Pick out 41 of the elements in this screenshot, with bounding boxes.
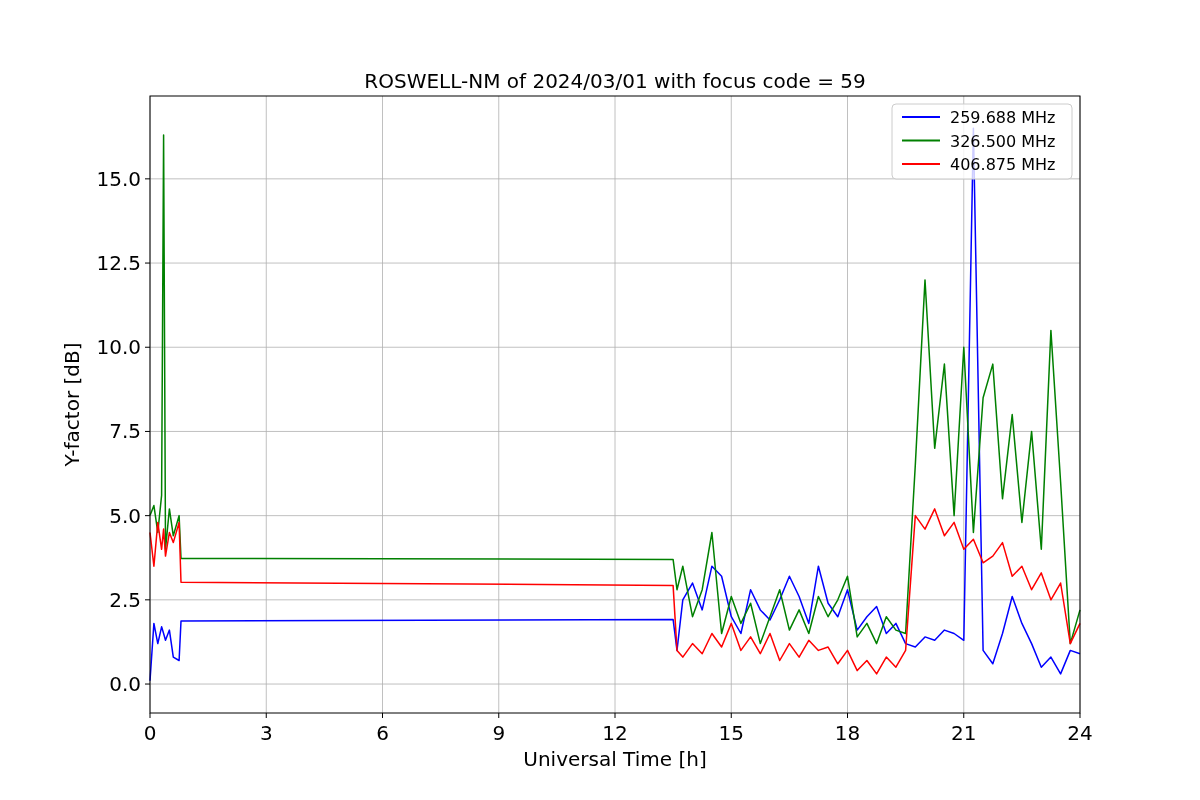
legend-label: 326.500 MHz: [950, 131, 1056, 151]
y-tick-label: 12.5: [96, 251, 141, 276]
x-tick: [498, 712, 500, 719]
y-tick-label: 7.5: [109, 419, 141, 444]
x-tick: [847, 712, 848, 719]
x-tick: [730, 712, 732, 719]
x-tick-label: 21: [951, 721, 977, 745]
chart-title: ROSWELL-NM of 2024/03/01 with focus code = 59: [364, 69, 866, 93]
x-tick-label: 0: [143, 721, 157, 745]
x-tick: [963, 712, 965, 719]
legend-label: 406.875 MHz: [950, 155, 1056, 174]
x-tick-label: 3: [259, 721, 273, 745]
y-axis-label: Y-factor [dB]: [60, 342, 84, 467]
x-axis-label: Universal Time [h]: [523, 747, 707, 771]
y-tick-label: 15.0: [96, 166, 141, 191]
x-tick-label: 6: [376, 721, 389, 745]
y-tick-label: 0.0: [109, 672, 141, 697]
y-tick: [144, 430, 151, 432]
y-tick: [144, 262, 151, 264]
x-tick-label: 15: [718, 721, 744, 745]
legend-line: [901, 163, 941, 165]
x-tick: [382, 712, 383, 719]
x-tick: [614, 712, 616, 719]
x-tick: [1079, 712, 1081, 719]
y-tick: [144, 599, 151, 601]
x-tick: [149, 712, 151, 719]
y-tick: [144, 178, 151, 180]
x-tick-label: 24: [1067, 721, 1093, 745]
x-tick-label: 18: [834, 721, 861, 745]
y-tick: [144, 683, 151, 685]
x-tick: [265, 712, 267, 719]
y-tick-label: 10.0: [96, 335, 141, 360]
y-tick-label: 2.5: [109, 587, 141, 612]
x-tick-label: 12: [602, 721, 628, 745]
y-tick: [144, 346, 151, 348]
legend-line: [901, 116, 941, 118]
legend-label: 259.688 MHz: [950, 108, 1056, 127]
x-tick-label: 9: [492, 721, 506, 745]
y-tick: [144, 515, 151, 517]
legend-line: [901, 139, 941, 142]
y-tick-label: 5.0: [109, 503, 141, 528]
